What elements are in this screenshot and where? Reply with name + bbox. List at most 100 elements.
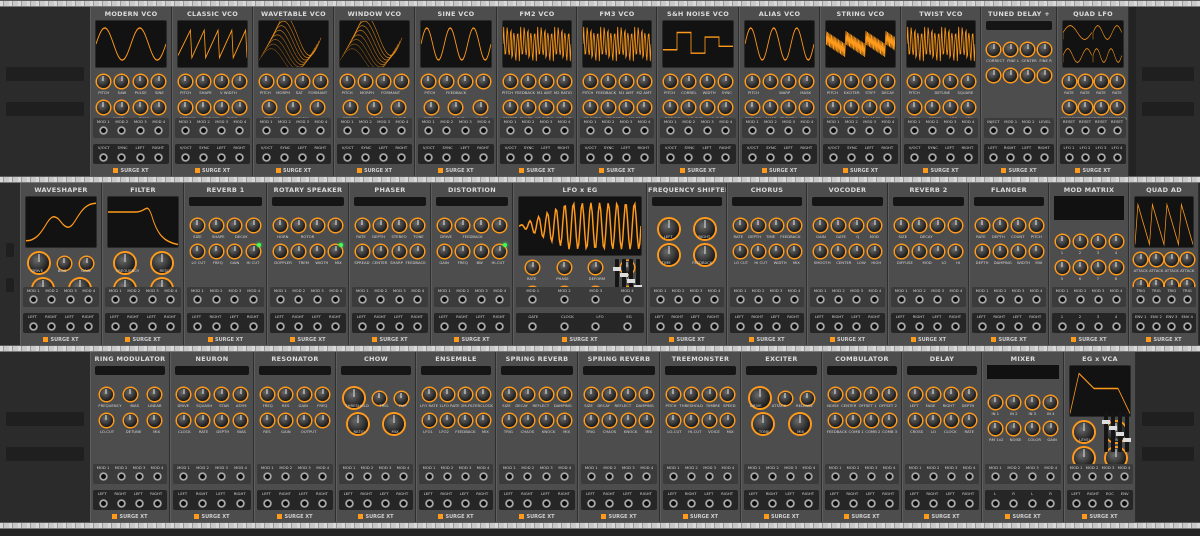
knob-drive[interactable] — [437, 219, 451, 232]
knob-lfo-rate-2[interactable] — [440, 388, 454, 401]
knob-unnamed[interactable] — [493, 219, 507, 232]
knob-7[interactable] — [1091, 261, 1105, 274]
jack-l[interactable] — [990, 499, 1000, 508]
jack-sync[interactable] — [279, 153, 289, 162]
jack-mod-1[interactable] — [344, 472, 354, 481]
module-s-h-noise-vco[interactable]: S&H NOISE VCOPITCHCORRELWIDTHSYNCDETUNEL… — [657, 7, 739, 176]
preset-display[interactable] — [746, 366, 817, 375]
jack-mod-4[interactable] — [559, 126, 569, 135]
jack-right[interactable] — [753, 322, 763, 331]
knob-trig[interactable] — [584, 414, 598, 427]
knob-depth[interactable] — [962, 388, 976, 401]
knob-trem[interactable] — [292, 245, 306, 258]
jack-right[interactable] — [964, 499, 974, 508]
knob-freq[interactable] — [316, 388, 330, 401]
knob-crush[interactable] — [800, 101, 814, 114]
knob-unnamed[interactable] — [474, 219, 488, 232]
knob-width[interactable] — [700, 75, 714, 88]
jack-right[interactable] — [560, 499, 570, 508]
envelope-slider[interactable] — [1102, 412, 1110, 452]
knob-attack[interactable] — [1165, 253, 1179, 266]
module-reverb-2[interactable]: REVERB 2 SIZE DECAY DIFFUSE MOD LO HI MOD 1 MOD … — [888, 183, 969, 345]
jack-left[interactable] — [460, 153, 470, 162]
jack-mod-1[interactable] — [977, 295, 987, 304]
knob-unnamed[interactable] — [329, 219, 343, 232]
jack-mod-2[interactable] — [765, 126, 775, 135]
knob-bias[interactable] — [123, 388, 137, 401]
jack-mod-1[interactable] — [504, 472, 514, 481]
jack-mod-2[interactable] — [603, 126, 613, 135]
knob-square[interactable] — [961, 75, 975, 88]
jack-left[interactable] — [749, 499, 759, 508]
knob-spread[interactable] — [355, 245, 369, 258]
knob-clock[interactable] — [476, 388, 490, 401]
jack-right[interactable] — [789, 322, 799, 331]
jack-left[interactable] — [394, 322, 404, 331]
jack-1[interactable] — [1057, 322, 1067, 331]
jack-mod-3[interactable] — [946, 472, 956, 481]
jack-left[interactable] — [1071, 499, 1081, 508]
jack-mod-3[interactable] — [784, 126, 794, 135]
jack-right[interactable] — [559, 153, 569, 162]
knob-v-width[interactable] — [215, 75, 229, 88]
jack-mod-3[interactable] — [691, 295, 701, 304]
jack-mod-4[interactable] — [870, 295, 880, 304]
jack-trig[interactable] — [1136, 295, 1146, 304]
knob-lpg[interactable] — [943, 101, 957, 114]
jack-mod-2[interactable] — [211, 295, 221, 304]
knob-depth[interactable] — [975, 245, 989, 258]
jack-env-4[interactable] — [1182, 322, 1192, 331]
preset-display[interactable] — [421, 366, 491, 375]
jack-mod-2[interactable] — [1023, 126, 1032, 135]
jack-mod-1[interactable] — [665, 126, 675, 135]
jack-env-3[interactable] — [1167, 322, 1177, 331]
knob-gain[interactable] — [297, 388, 311, 401]
jack-mod-1[interactable] — [735, 295, 745, 304]
knob-pitch[interactable] — [663, 75, 677, 88]
jack-right[interactable] — [1087, 499, 1097, 508]
jack-left[interactable] — [217, 153, 227, 162]
knob-m1-amt[interactable] — [619, 75, 633, 88]
knob-reflect[interactable] — [621, 388, 635, 401]
module-sine-vco[interactable]: SINE VCOPITCHFEEDBACKDETUNELO-CUTHI-CUTM… — [415, 7, 497, 176]
jack-mod-4[interactable] — [883, 126, 893, 135]
module-fm2-vco[interactable]: FM2 VCOPITCHFEEDBACKM1 AMTM2 RATIOOFFSET… — [497, 7, 577, 176]
jack-sync[interactable] — [603, 153, 613, 162]
knob-decay[interactable] — [603, 388, 617, 401]
knob-alias[interactable] — [763, 101, 777, 114]
jack-mod-3[interactable] — [945, 126, 955, 135]
jack-mod-4[interactable] — [884, 472, 894, 481]
jack-4[interactable] — [1111, 322, 1121, 331]
knob-stereo[interactable] — [392, 219, 406, 232]
jack-trig[interactable] — [1151, 295, 1161, 304]
knob-freq[interactable] — [456, 245, 470, 258]
module-waveshaper[interactable]: WAVESHAPERDRIVEBIASGAINLO-CUTHI-CUTMOD 1… — [20, 183, 102, 345]
module-ring-modulator[interactable]: RING MODULATOR FREQUENCY BIAS LINEAR LO-CUT D… — [90, 352, 170, 522]
knob-m2-ratio[interactable] — [557, 75, 571, 88]
jack-level[interactable] — [1040, 126, 1049, 135]
jack-mod-4[interactable] — [642, 472, 652, 481]
jack-mod-2[interactable] — [753, 295, 763, 304]
knob-pitch[interactable] — [259, 75, 273, 88]
jack-mod-2[interactable] — [279, 126, 289, 135]
jack-right[interactable] — [767, 499, 777, 508]
jack-right[interactable] — [802, 153, 812, 162]
jack-left[interactable] — [344, 499, 354, 508]
knob-fade[interactable] — [926, 388, 940, 401]
knob-unnamed[interactable] — [152, 101, 166, 114]
jack-left[interactable] — [379, 153, 389, 162]
knob-lo-cut[interactable] — [682, 101, 696, 114]
jack-left[interactable] — [946, 499, 956, 508]
jack-mod-1[interactable] — [585, 126, 595, 135]
knob-deform[interactable] — [1078, 101, 1092, 114]
knob-unnamed[interactable] — [637, 101, 651, 114]
knob-damping[interactable] — [993, 245, 1007, 258]
jack-left[interactable] — [786, 499, 796, 508]
knob-mix[interactable] — [721, 414, 735, 427]
jack-mod-1[interactable] — [424, 472, 434, 481]
knob-sub-mix[interactable] — [196, 101, 210, 114]
jack-right[interactable] — [686, 499, 696, 508]
waveform-display[interactable] — [420, 20, 492, 68]
jack-mod-3[interactable] — [380, 472, 390, 481]
jack-v-oct[interactable] — [747, 153, 757, 162]
